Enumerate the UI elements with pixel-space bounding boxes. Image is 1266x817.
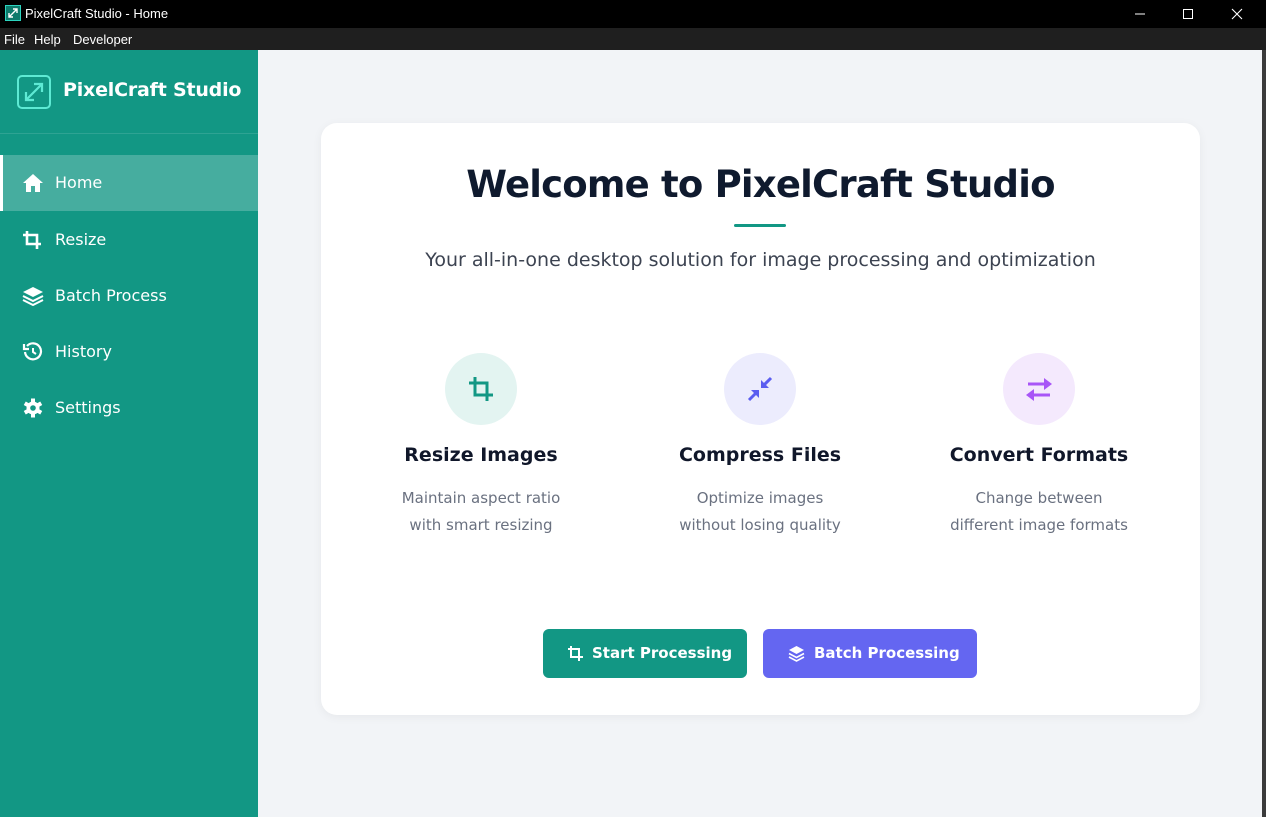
menu-bar: File Help Developer xyxy=(0,28,1266,50)
compress-icon xyxy=(747,376,773,402)
feature-description-line: with smart resizing xyxy=(409,516,553,534)
sidebar-item-batch-process[interactable]: Batch Process xyxy=(0,268,258,324)
brand-name: PixelCraft Studio xyxy=(63,79,242,101)
sidebar-item-label: Home xyxy=(55,173,103,192)
feature-icon-circle xyxy=(1003,353,1075,425)
feature-title: Resize Images xyxy=(404,444,558,466)
maximize-button[interactable] xyxy=(1165,0,1211,28)
page-title: Welcome to PixelCraft Studio xyxy=(466,163,1055,206)
minimize-icon xyxy=(1135,13,1145,15)
start-processing-button[interactable]: Start Processing xyxy=(543,629,747,678)
title-divider xyxy=(734,224,786,227)
brand: PixelCraft Studio xyxy=(0,50,258,134)
feature-title: Convert Formats xyxy=(949,444,1129,466)
sidebar-item-label: Batch Process xyxy=(55,286,167,305)
feature-description-line: without losing quality xyxy=(679,516,841,534)
sidebar-item-label: Settings xyxy=(55,398,121,417)
layers-icon xyxy=(788,646,805,662)
logo-icon xyxy=(17,75,51,109)
feature-description-line: Change between xyxy=(975,489,1103,507)
start-processing-label: Start Processing xyxy=(592,644,733,662)
crop-icon xyxy=(568,646,583,661)
feature-title: Compress Files xyxy=(678,444,842,466)
crop-icon xyxy=(23,231,41,249)
feature-icon-circle xyxy=(445,353,517,425)
close-icon xyxy=(1231,8,1243,20)
feature-description-line: different image formats xyxy=(950,516,1128,534)
app-icon xyxy=(5,5,21,21)
minimize-button[interactable] xyxy=(1117,0,1163,28)
sidebar-item-settings[interactable]: Settings xyxy=(0,380,258,436)
crop-icon xyxy=(469,377,493,401)
feature-description: Optimize images without losing quality xyxy=(650,485,870,539)
layers-icon xyxy=(22,287,44,306)
window-edge xyxy=(1262,50,1266,817)
main-content: Welcome to PixelCraft Studio Your all-in… xyxy=(258,50,1262,817)
welcome-card: Welcome to PixelCraft Studio Your all-in… xyxy=(321,123,1200,715)
page-subtitle: Your all-in-one desktop solution for ima… xyxy=(425,249,1096,271)
feature-icon-circle xyxy=(724,353,796,425)
exchange-icon xyxy=(1026,378,1052,401)
feature-description-line: Maintain aspect ratio xyxy=(401,489,561,507)
sidebar-item-label: History xyxy=(55,342,112,361)
sidebar-item-history[interactable]: History xyxy=(0,324,258,380)
menu-file[interactable]: File xyxy=(4,32,25,47)
batch-processing-label: Batch Processing xyxy=(814,644,960,662)
menu-developer[interactable]: Developer xyxy=(73,32,132,47)
title-bar: PixelCraft Studio - Home xyxy=(0,0,1266,28)
menu-help[interactable]: Help xyxy=(34,32,61,47)
sidebar-item-resize[interactable]: Resize xyxy=(0,212,258,268)
window-title: PixelCraft Studio - Home xyxy=(25,6,169,21)
feature-description: Change between different image formats xyxy=(929,485,1149,539)
sidebar-item-label: Resize xyxy=(55,230,107,249)
feature-description: Maintain aspect ratio with smart resizin… xyxy=(371,485,591,539)
feature-description-line: Optimize images xyxy=(696,489,824,507)
batch-processing-button[interactable]: Batch Processing xyxy=(763,629,977,678)
maximize-icon xyxy=(1183,9,1193,19)
home-icon xyxy=(23,174,43,192)
sidebar-item-home[interactable]: Home xyxy=(0,155,258,211)
sidebar: PixelCraft Studio Home Resize Batch Proc… xyxy=(0,50,258,817)
close-button[interactable] xyxy=(1214,0,1260,28)
history-icon xyxy=(22,342,43,361)
gear-icon xyxy=(23,398,43,418)
